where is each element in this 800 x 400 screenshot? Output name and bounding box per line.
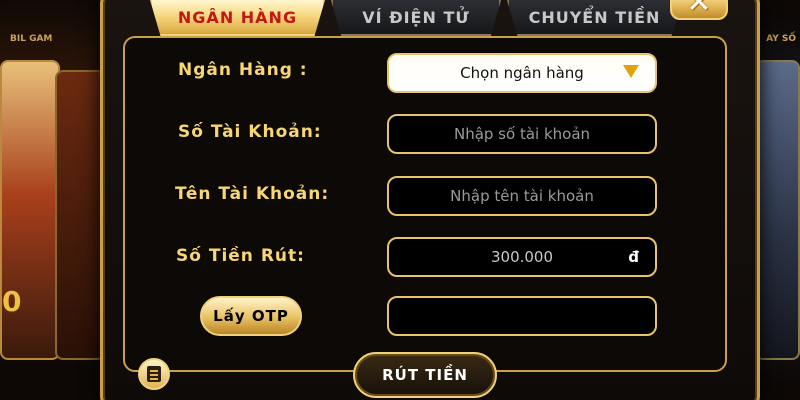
account-number-label: Số Tài Khoản: — [178, 122, 322, 142]
withdraw-button[interactable]: RÚT TIỀN — [353, 352, 497, 398]
amount-field[interactable]: 300.000 đ — [387, 237, 657, 277]
chevron-down-icon — [623, 65, 639, 78]
account-number-placeholder: Nhập số tài khoản — [453, 125, 591, 143]
otp-field[interactable] — [387, 296, 657, 336]
document-icon — [147, 366, 161, 382]
amount-value: 300.000 — [490, 248, 554, 266]
account-name-label: Tên Tài Khoản: — [175, 184, 330, 204]
tab-transfer[interactable]: CHUYỂN TIỀN — [507, 0, 682, 36]
history-button[interactable] — [138, 358, 170, 390]
background-game-card-right — [755, 60, 800, 360]
background-number: 0 — [2, 285, 22, 318]
tab-bank[interactable]: NGÂN HÀNG — [150, 0, 325, 36]
close-button[interactable]: ✕ — [670, 0, 728, 20]
bank-label: Ngân Hàng : — [178, 60, 308, 80]
bank-select[interactable]: Chọn ngân hàng — [387, 53, 657, 93]
account-name-placeholder: Nhập tên tài khoản — [450, 187, 594, 205]
get-otp-button[interactable]: Lấy OTP — [200, 296, 302, 336]
background-game-card-left-2 — [55, 70, 105, 360]
bank-select-value: Chọn ngân hàng — [460, 64, 584, 82]
background-left-label: BIL GAM — [10, 34, 53, 44]
amount-label: Số Tiền Rút: — [176, 246, 305, 266]
currency-symbol: đ — [628, 248, 639, 266]
close-icon: ✕ — [686, 0, 712, 20]
account-name-field[interactable]: Nhập tên tài khoản — [387, 176, 657, 216]
tab-bar: NGÂN HÀNG VÍ ĐIỆN TỬ CHUYỂN TIỀN — [150, 0, 682, 38]
tab-e-wallet[interactable]: VÍ ĐIỆN TỬ — [331, 0, 501, 36]
account-number-field[interactable]: Nhập số tài khoản — [387, 114, 657, 154]
